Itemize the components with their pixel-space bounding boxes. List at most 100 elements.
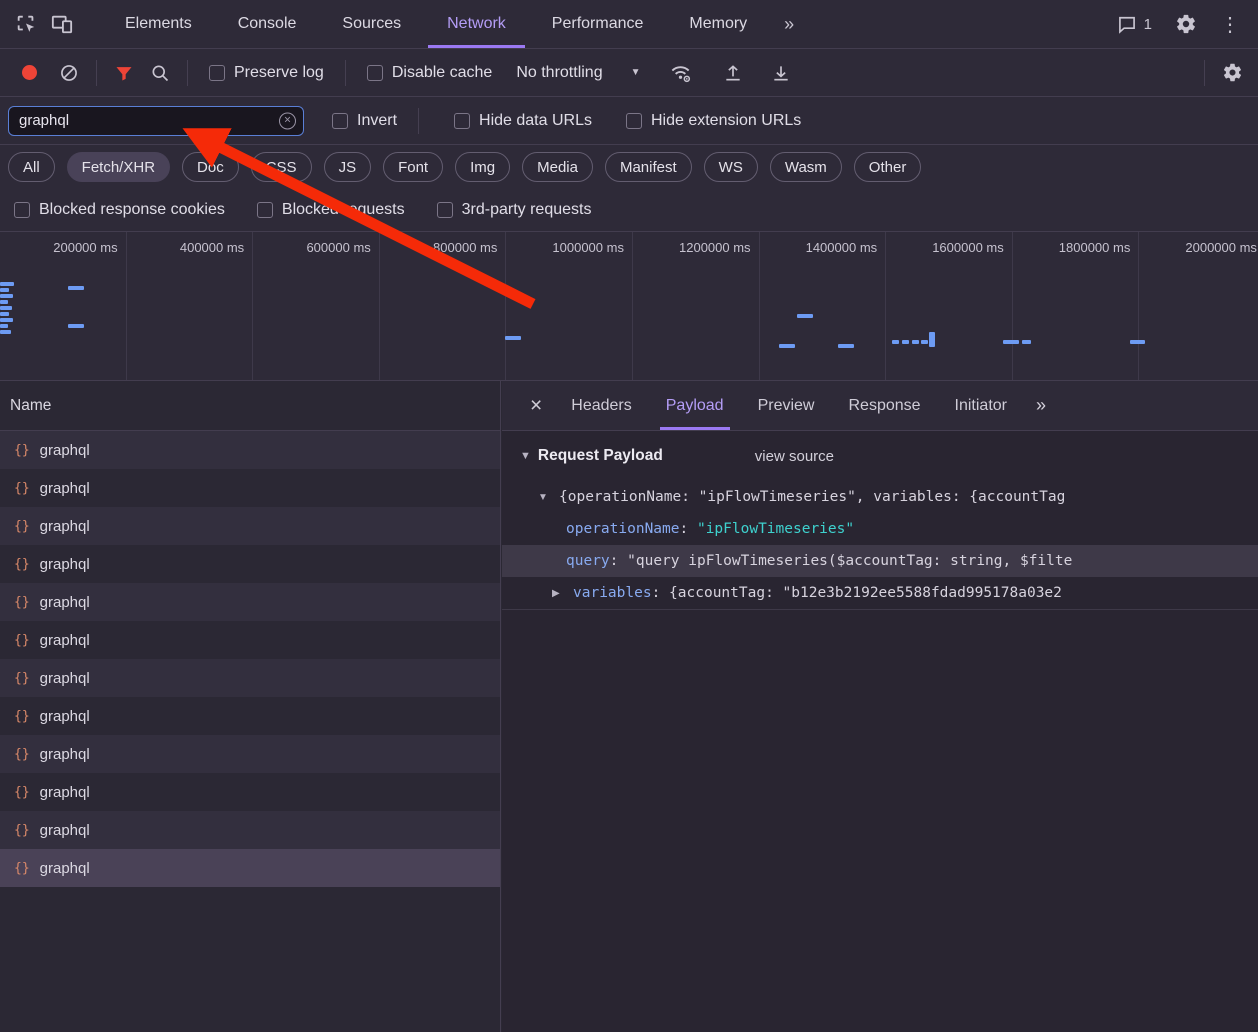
request-payload-section-header[interactable]: ▼ Request Payload view source	[502, 431, 1258, 481]
request-name: graphql	[40, 746, 90, 763]
table-row[interactable]: {}graphql	[0, 773, 500, 811]
table-row[interactable]: {}graphql	[0, 659, 500, 697]
type-filter-fetch-xhr[interactable]: Fetch/XHR	[67, 152, 170, 182]
blocked-requests-checkbox[interactable]: Blocked requests	[245, 201, 417, 219]
table-row[interactable]: {}graphql	[0, 545, 500, 583]
type-filter-font[interactable]: Font	[383, 152, 443, 182]
blocked-response-cookies-checkbox[interactable]: Blocked response cookies	[2, 201, 237, 219]
type-filter-all[interactable]: All	[8, 152, 55, 182]
collapse-caret-icon[interactable]: ▼	[538, 492, 553, 503]
json-braces-icon: {}	[14, 671, 30, 686]
checkbox-label: Hide data URLs	[479, 112, 592, 130]
table-row-selected[interactable]: {}graphql	[0, 849, 500, 887]
tab-label: Network	[447, 15, 506, 33]
more-tabs-chevron-icon[interactable]: »	[1036, 395, 1046, 416]
pill-label: WS	[719, 159, 743, 176]
tick-label: 1000000 ms	[506, 232, 633, 380]
tab-initiator[interactable]: Initiator	[955, 381, 1007, 430]
request-mark	[912, 340, 919, 344]
disable-cache-checkbox[interactable]: Disable cache	[355, 64, 505, 82]
json-key: variables	[573, 585, 652, 601]
type-filter-js[interactable]: JS	[324, 152, 372, 182]
kebab-menu-icon[interactable]: ⋮	[1210, 12, 1250, 37]
tabbar-right-controls: 1 ⋮	[1107, 6, 1258, 42]
import-har-icon[interactable]	[715, 55, 751, 91]
payload-entry-row[interactable]: ▶ variables: {accountTag: "b12e3b2192ee5…	[502, 577, 1258, 609]
invert-checkbox[interactable]: Invert	[320, 112, 409, 130]
search-icon[interactable]	[142, 55, 178, 91]
tab-console[interactable]: Console	[215, 0, 320, 48]
close-icon[interactable]: ×	[518, 394, 554, 418]
filter-row: × Invert Hide data URLs Hide extension U…	[0, 97, 1258, 145]
section-title: Request Payload	[538, 447, 663, 465]
tick-label: 200000 ms	[0, 232, 127, 380]
table-row[interactable]: {}graphql	[0, 507, 500, 545]
network-conditions-icon[interactable]	[663, 55, 699, 91]
payload-entry-row-selected[interactable]: query: "query ipFlowTimeseries($accountT…	[502, 545, 1258, 577]
table-row[interactable]: {}graphql	[0, 621, 500, 659]
more-tabs-chevron-icon[interactable]: »	[770, 0, 808, 48]
type-filter-img[interactable]: Img	[455, 152, 510, 182]
record-button[interactable]	[22, 65, 37, 80]
kebab-glyph: ⋮	[1220, 14, 1240, 36]
type-filter-wasm[interactable]: Wasm	[770, 152, 842, 182]
preserve-log-checkbox[interactable]: Preserve log	[197, 64, 336, 82]
payload-entry-row[interactable]: operationName: "ipFlowTimeseries"	[502, 513, 1258, 545]
tab-preview[interactable]: Preview	[758, 381, 815, 430]
table-row[interactable]: {}graphql	[0, 811, 500, 849]
name-column-header[interactable]: Name	[0, 381, 500, 431]
divider	[345, 60, 346, 86]
network-filter-input[interactable]	[8, 106, 304, 136]
request-mark	[68, 286, 84, 290]
tab-headers[interactable]: Headers	[571, 381, 631, 430]
type-filter-doc[interactable]: Doc	[182, 152, 239, 182]
type-filter-manifest[interactable]: Manifest	[605, 152, 692, 182]
request-mark	[68, 324, 84, 328]
tab-network[interactable]: Network	[424, 0, 529, 48]
pill-label: CSS	[266, 159, 297, 176]
table-row[interactable]: {}graphql	[0, 431, 500, 469]
throttling-select[interactable]: No throttling ▼	[504, 64, 648, 82]
tab-label: Performance	[552, 15, 644, 33]
clear-requests-icon[interactable]	[51, 55, 87, 91]
pill-label: Media	[537, 159, 578, 176]
tab-memory[interactable]: Memory	[666, 0, 770, 48]
hide-extension-urls-checkbox[interactable]: Hide extension URLs	[614, 112, 813, 130]
view-source-link[interactable]: view source	[755, 448, 834, 465]
hide-data-urls-checkbox[interactable]: Hide data URLs	[442, 112, 604, 130]
checkbox-box	[626, 113, 642, 129]
type-filter-other[interactable]: Other	[854, 152, 922, 182]
request-mark	[902, 340, 909, 344]
table-row[interactable]: {}graphql	[0, 469, 500, 507]
tab-sources[interactable]: Sources	[319, 0, 424, 48]
type-filter-media[interactable]: Media	[522, 152, 593, 182]
json-braces-icon: {}	[14, 861, 30, 876]
pill-label: Fetch/XHR	[82, 159, 155, 176]
tab-payload[interactable]: Payload	[666, 381, 724, 430]
filter-funnel-icon[interactable]	[106, 55, 142, 91]
clear-filter-icon[interactable]: ×	[279, 112, 296, 129]
expand-caret-icon[interactable]: ▶	[552, 588, 567, 599]
table-row[interactable]: {}graphql	[0, 697, 500, 735]
json-key: query	[566, 553, 610, 569]
tab-response[interactable]: Response	[848, 381, 920, 430]
type-filter-ws[interactable]: WS	[704, 152, 758, 182]
tick-label: 1600000 ms	[886, 232, 1013, 380]
table-row[interactable]: {}graphql	[0, 735, 500, 773]
tab-performance[interactable]: Performance	[529, 0, 667, 48]
waterfall-overview[interactable]: 200000 ms 400000 ms 600000 ms 800000 ms …	[0, 232, 1258, 381]
inspect-element-icon[interactable]	[8, 6, 44, 42]
console-messages-button[interactable]: 1	[1107, 14, 1162, 34]
pill-label: Doc	[197, 159, 224, 176]
export-har-icon[interactable]	[763, 55, 799, 91]
tab-elements[interactable]: Elements	[102, 0, 215, 48]
type-filter-css[interactable]: CSS	[251, 152, 312, 182]
pill-label: Other	[869, 159, 907, 176]
table-row[interactable]: {}graphql	[0, 583, 500, 621]
third-party-requests-checkbox[interactable]: 3rd-party requests	[425, 201, 604, 219]
payload-root-row[interactable]: ▼ {operationName: "ipFlowTimeseries", va…	[502, 481, 1258, 513]
network-settings-gear-icon[interactable]	[1214, 55, 1250, 91]
settings-gear-icon[interactable]	[1168, 6, 1204, 42]
device-toolbar-icon[interactable]	[44, 6, 80, 42]
json-braces-icon: {}	[14, 823, 30, 838]
